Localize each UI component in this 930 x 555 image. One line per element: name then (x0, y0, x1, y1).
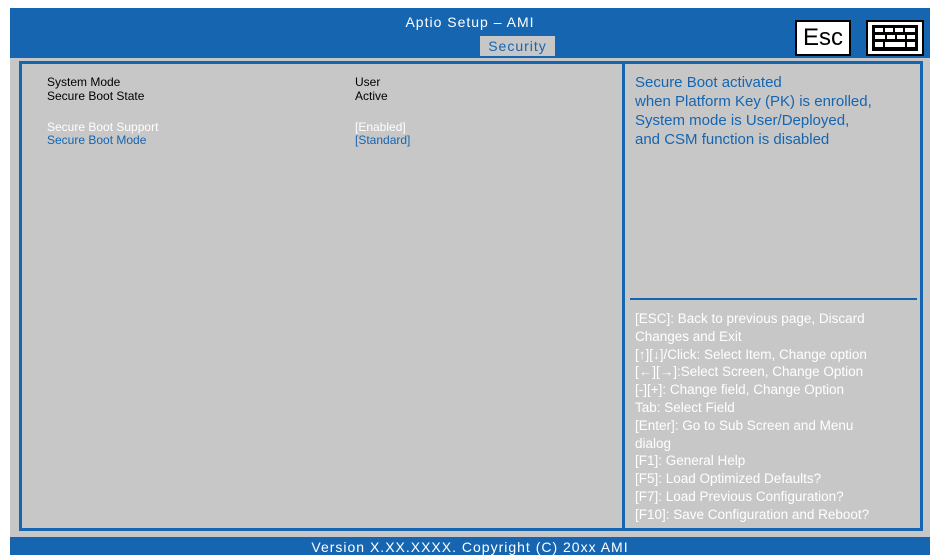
key-help-list: [ESC]: Back to previous page, Discard Ch… (635, 310, 920, 524)
help-line: and CSM function is disabled (635, 131, 830, 148)
help-line: System mode is User/Deployed, (635, 112, 850, 129)
key-help-line: [F5]: Load Optimized Defaults? (635, 471, 822, 487)
secure-boot-mode-value[interactable]: [Standard] (355, 133, 410, 147)
key-help-line: [-][+]: Change field, Change Option (635, 382, 845, 398)
footer-version: Version X.XX.XXXX. Copyright (C) 20xx AM… (10, 537, 930, 555)
secure-boot-support-value[interactable]: [Enabled] (355, 120, 406, 134)
keyboard-icon[interactable] (866, 20, 924, 56)
help-description: Secure Boot activated when Platform Key … (635, 73, 920, 149)
help-panel: Secure Boot activated when Platform Key … (622, 61, 923, 531)
tab-security[interactable]: Security (480, 36, 555, 56)
system-mode-label: System Mode (47, 75, 121, 89)
secure-boot-state-value: Active (355, 89, 388, 103)
secure-boot-mode-label[interactable]: Secure Boot Mode (47, 133, 146, 147)
key-help-line: Changes and Exit (635, 328, 742, 344)
key-help-line: dialog (635, 435, 672, 451)
secure-boot-state-label: Secure Boot State (47, 89, 145, 103)
body-area: System Mode User Secure Boot State Activ… (10, 58, 930, 537)
key-help-line: [←][→]:Select Screen, Change Option (635, 364, 864, 380)
settings-panel: System Mode User Secure Boot State Activ… (19, 61, 625, 531)
esc-key-icon[interactable]: Esc (795, 20, 851, 56)
key-help-line: [↑][↓]/Click: Select Item, Change option (635, 346, 867, 362)
system-mode-value: User (355, 75, 381, 89)
key-help-line: [Enter]: Go to Sub Screen and Menu (635, 417, 854, 433)
header-bar: Aptio Setup – AMI Security Esc (10, 8, 930, 58)
key-help-line: [F1]: General Help (635, 453, 746, 469)
key-help-line: Tab: Select Field (635, 399, 735, 415)
secure-boot-support-label[interactable]: Secure Boot Support (47, 120, 158, 134)
key-help-line: [F7]: Load Previous Configuration? (635, 488, 844, 504)
help-divider (630, 298, 917, 300)
key-help-line: [F10]: Save Configuration and Reboot? (635, 506, 870, 522)
help-line: when Platform Key (PK) is enrolled, (635, 93, 872, 110)
help-line: Secure Boot activated (635, 74, 782, 91)
app-title: Aptio Setup – AMI (405, 14, 535, 30)
key-help-line: [ESC]: Back to previous page, Discard (635, 311, 865, 326)
